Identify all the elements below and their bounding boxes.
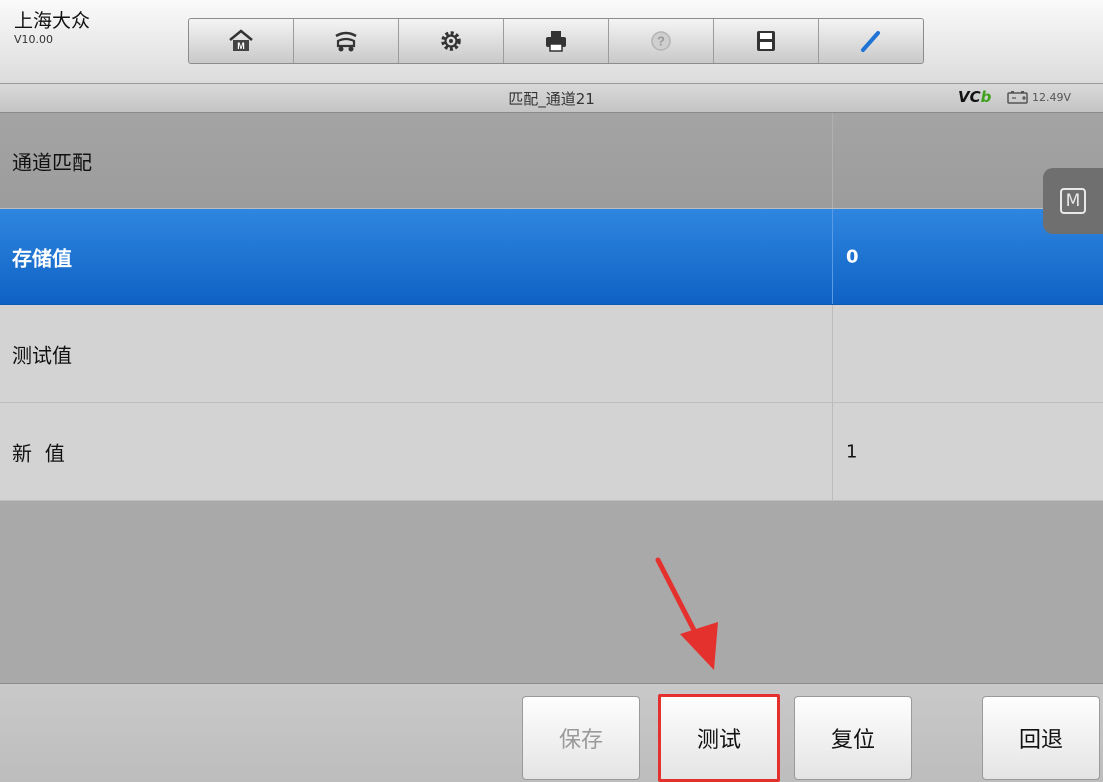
table-row-stored-value[interactable]: 存储值 0 bbox=[0, 209, 1103, 305]
table-cell-value: 1 bbox=[846, 441, 858, 462]
settings-button[interactable] bbox=[399, 19, 504, 63]
test-button[interactable]: 测试 bbox=[658, 694, 780, 782]
battery-icon bbox=[1007, 91, 1028, 104]
battery-indicator: 12.49V bbox=[1007, 90, 1071, 104]
save-button[interactable]: 保存 bbox=[522, 696, 640, 780]
column-divider bbox=[832, 113, 833, 208]
column-divider bbox=[832, 403, 833, 500]
table-header-row: 通道匹配 bbox=[0, 113, 1103, 209]
table-cell-value: 0 bbox=[846, 246, 859, 267]
table-row-new-value[interactable]: 新 值 1 bbox=[0, 403, 1103, 501]
home-icon: M bbox=[229, 29, 253, 51]
bottom-button-bar: 保存 测试 复位 回退 bbox=[0, 683, 1103, 782]
help-button[interactable]: ? bbox=[609, 19, 714, 63]
svg-text:?: ? bbox=[657, 34, 665, 49]
battery-voltage: 12.49V bbox=[1032, 90, 1072, 104]
data-table: 通道匹配 存储值 0 测试值 新 值 1 bbox=[0, 113, 1103, 501]
column-divider bbox=[832, 305, 833, 402]
save-file-button[interactable] bbox=[714, 19, 819, 63]
floating-menu-tab[interactable]: M bbox=[1043, 168, 1103, 234]
top-toolbar: 上海大众 V10.00 M ? bbox=[0, 0, 1103, 84]
save-icon bbox=[757, 31, 775, 51]
annotation-arrow bbox=[655, 557, 718, 670]
back-button[interactable]: 回退 bbox=[982, 696, 1100, 780]
vehicle-button[interactable] bbox=[294, 19, 399, 63]
app-version: V10.00 bbox=[14, 33, 54, 46]
print-icon bbox=[546, 31, 566, 52]
help-icon: ? bbox=[651, 31, 671, 51]
print-button[interactable] bbox=[504, 19, 609, 63]
page-title: 匹配_通道21 bbox=[508, 90, 595, 108]
vci-prefix: VC bbox=[958, 88, 981, 106]
app-title: 上海大众 bbox=[14, 10, 91, 32]
vehicle-icon bbox=[335, 31, 357, 52]
svg-text:M: M bbox=[237, 41, 245, 51]
table-cell-label: 存储值 bbox=[12, 246, 72, 270]
table-row-test-value[interactable]: 测试值 bbox=[0, 305, 1103, 403]
table-cell-label: 测试值 bbox=[12, 343, 72, 367]
column-divider bbox=[832, 209, 833, 304]
vci-logo: VCb bbox=[958, 88, 991, 106]
edit-icon bbox=[861, 31, 880, 52]
status-bar: 匹配_通道21 VCb 12.49V bbox=[0, 84, 1103, 113]
table-cell-label: 新 值 bbox=[12, 441, 65, 465]
table-cell-label: 通道匹配 bbox=[12, 150, 92, 174]
edit-button[interactable] bbox=[819, 19, 923, 63]
toolbar-buttons: M ? bbox=[188, 18, 924, 64]
reset-button[interactable]: 复位 bbox=[794, 696, 912, 780]
vci-accent: b bbox=[980, 88, 992, 106]
home-button[interactable]: M bbox=[189, 19, 294, 63]
settings-icon bbox=[441, 31, 461, 51]
m-icon: M bbox=[1060, 188, 1086, 214]
